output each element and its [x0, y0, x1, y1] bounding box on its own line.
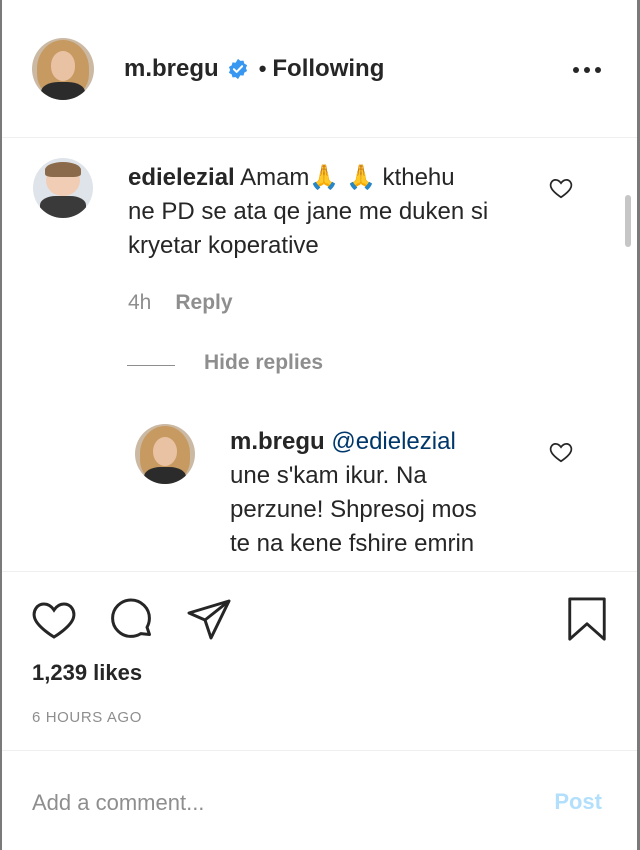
comment-text: edielezial Amam🙏 🙏 kthehu ne PD se ata q… [128, 164, 489, 259]
reply-button[interactable]: Reply [175, 291, 232, 314]
heart-icon[interactable] [30, 596, 78, 644]
commenter-username[interactable]: edielezial [128, 164, 235, 191]
pray-emoji: 🙏 [345, 164, 376, 191]
comment-item: edielezial Amam🙏 🙏 kthehu ne PD se ata q… [2, 139, 637, 339]
comment-like-icon[interactable] [548, 175, 574, 201]
hide-replies-button[interactable]: Hide replies [204, 351, 323, 375]
bookmark-icon[interactable] [564, 594, 610, 644]
post-comment-button[interactable]: Post [554, 789, 602, 815]
share-icon[interactable] [184, 596, 234, 644]
commenter-avatar[interactable] [33, 158, 93, 218]
pray-emoji: 🙏 [309, 164, 340, 191]
comment-icon[interactable] [106, 596, 156, 644]
post-timestamp[interactable]: 6 HOURS AGO [32, 709, 142, 726]
post-actions: 1,239 likes 6 HOURS AGO [2, 571, 637, 751]
likes-count[interactable]: 1,239 likes [32, 660, 142, 686]
reply-text: m.bregu @edielezial une s'kam ikur. Na p… [230, 428, 477, 557]
hide-replies-line [127, 365, 175, 366]
author-avatar[interactable] [32, 37, 94, 100]
comment-input[interactable] [32, 781, 512, 825]
comment-time: 4h [128, 291, 152, 314]
post-header: m.bregu • Following [2, 0, 637, 138]
verified-badge-icon [228, 58, 247, 79]
reply-mention[interactable]: @edielezial [331, 428, 455, 455]
reply-item: m.bregu @edielezial une s'kam ikur. Na p… [2, 419, 637, 571]
reply-avatar[interactable] [135, 424, 195, 484]
following-button[interactable]: Following [272, 55, 384, 83]
author-username[interactable]: m.bregu [124, 55, 219, 83]
comment-meta: 4h Reply [128, 291, 233, 315]
comment-composer: Post [2, 750, 637, 850]
comments-scrollbar[interactable] [625, 195, 631, 247]
more-options-icon[interactable] [572, 60, 602, 80]
comments-section[interactable]: edielezial Amam🙏 🙏 kthehu ne PD se ata q… [2, 139, 637, 571]
separator-dot: • [258, 55, 267, 81]
reply-like-icon[interactable] [548, 439, 574, 465]
reply-username[interactable]: m.bregu [230, 428, 325, 455]
